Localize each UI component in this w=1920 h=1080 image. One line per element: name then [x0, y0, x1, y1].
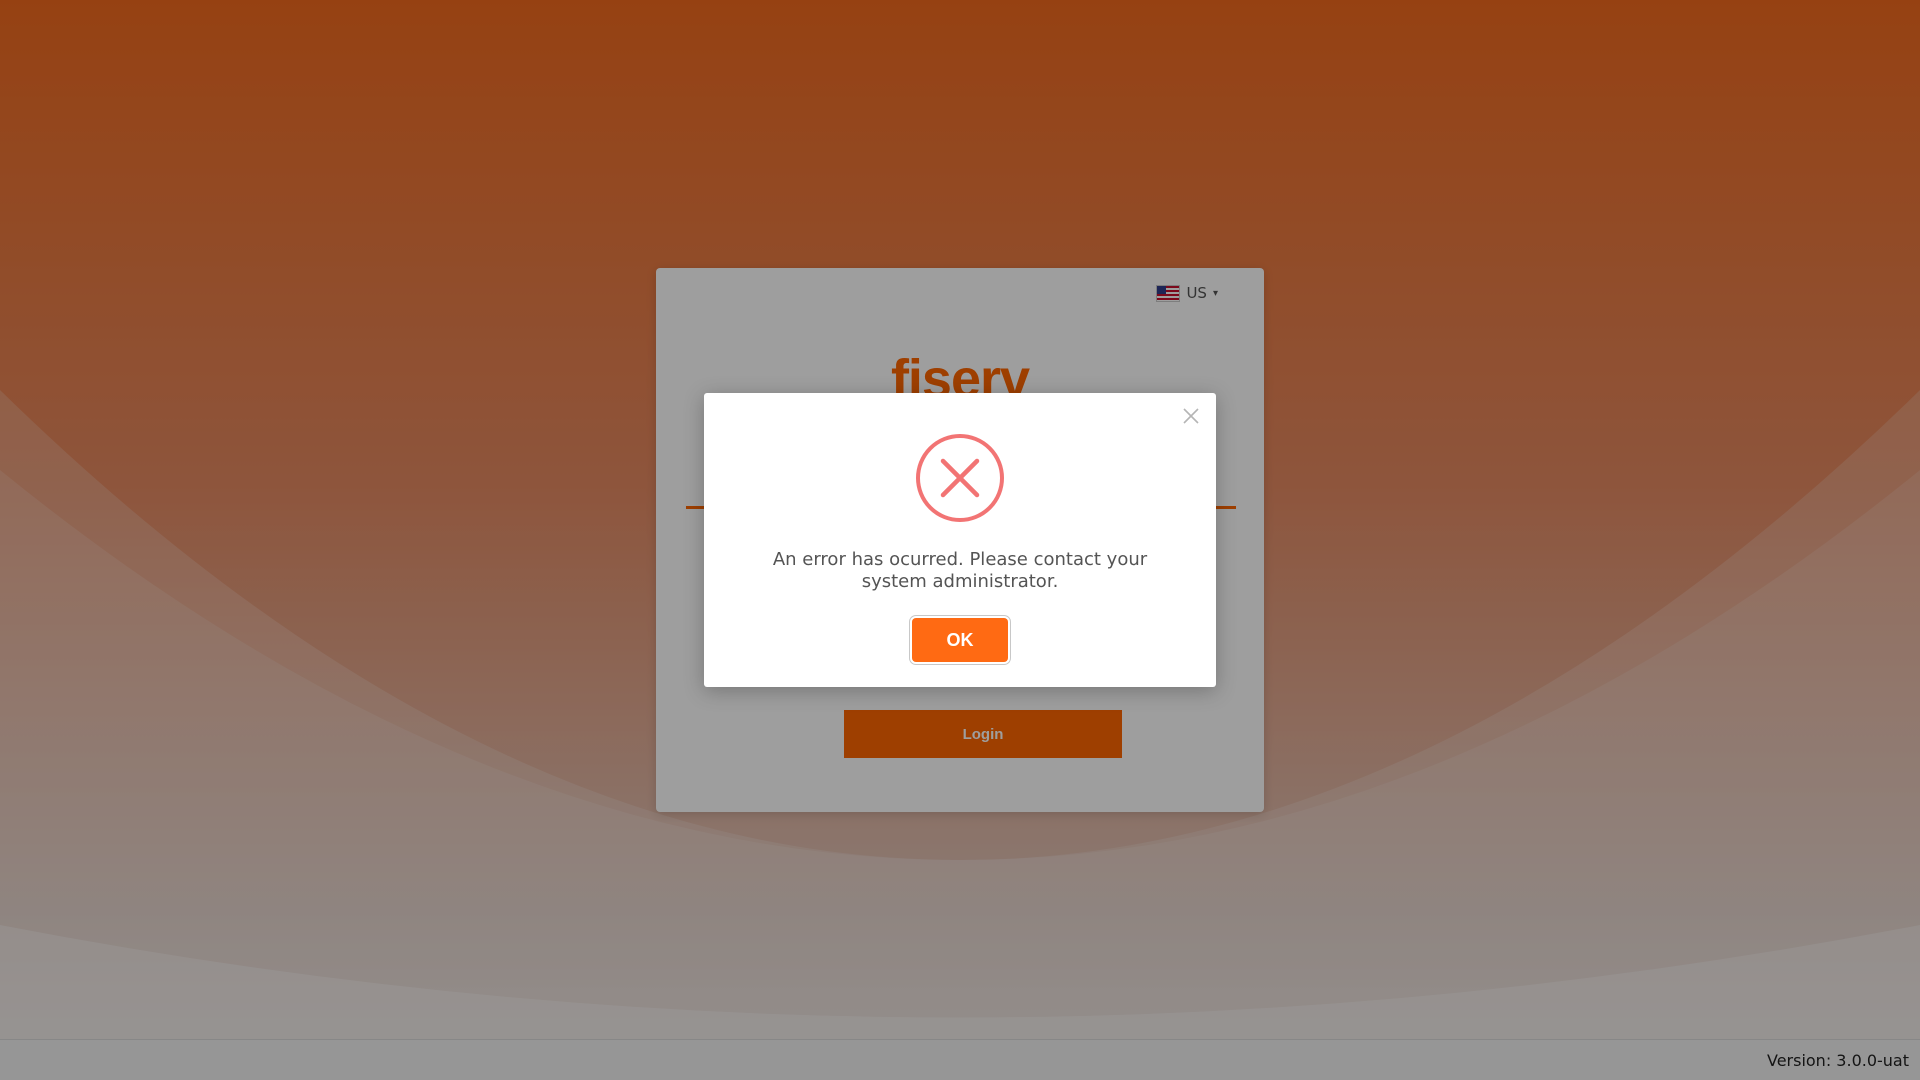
error-message: An error has ocurred. Please contact you…: [772, 549, 1148, 592]
close-icon[interactable]: [1180, 405, 1202, 427]
error-dialog: An error has ocurred. Please contact you…: [704, 393, 1216, 687]
ok-button[interactable]: OK: [912, 618, 1008, 662]
error-x-circle-icon: [915, 433, 1005, 523]
